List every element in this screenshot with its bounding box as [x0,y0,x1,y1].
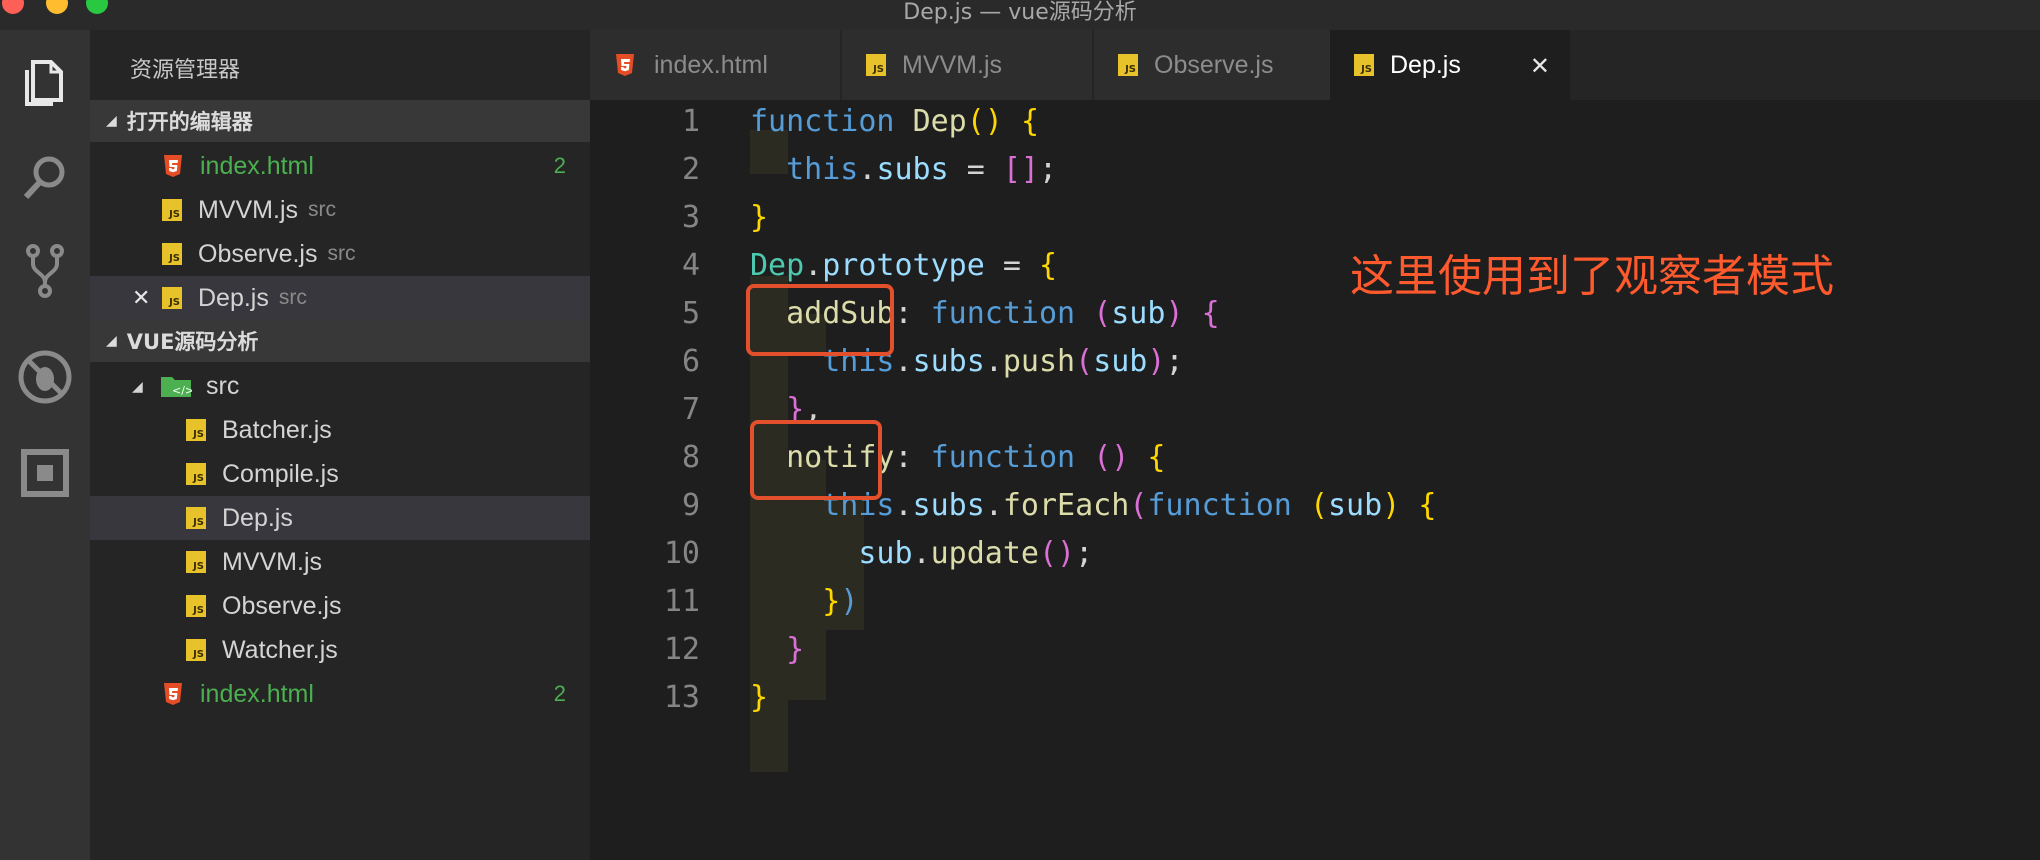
line-number: 13 [663,680,700,715]
close-tab-icon[interactable]: ✕ [1530,52,1550,81]
svg-text:</>: </> [172,384,192,397]
folder-expanded-icon: ◢ [132,377,143,394]
js-file-icon: JS [186,595,206,617]
tree-file-item[interactable]: JS Observe.js [90,584,590,628]
js-file-icon: JS [162,243,182,265]
js-file-icon: JS [866,54,886,76]
extensions-icon[interactable] [10,438,80,508]
line-number: 12 [663,632,700,667]
line-number: 5 [681,296,700,331]
tab-dep-js[interactable]: JS Dep.js ✕ [1330,30,1570,100]
file-dir: src [308,198,336,221]
sidebar-title: 资源管理器 [130,58,241,83]
line-number: 4 [681,248,700,283]
folder-item[interactable]: ◢ </> src [90,364,590,408]
project-label: VUE源码分析 [126,330,259,354]
tab-label: Dep.js [1390,50,1461,79]
close-editor-icon[interactable]: ✕ [132,285,162,311]
tab-label: index.html [654,50,768,79]
problem-count-badge: 2 [553,681,566,706]
window-title: Dep.js — vue源码分析 [903,0,1137,25]
highlight-box-addsub [746,284,894,356]
js-file-icon: JS [162,287,182,309]
open-editor-item[interactable]: JS Observe.js src [90,232,590,276]
file-name: index.html [200,679,314,708]
folder-name: src [206,371,240,400]
tree-file-item[interactable]: JS Watcher.js [90,628,590,672]
code-line: } [750,200,769,235]
file-name: Watcher.js [222,635,338,664]
tree-file-item-active[interactable]: JS Dep.js [90,496,590,540]
files-icon[interactable] [10,48,80,118]
file-name: Observe.js [198,239,318,268]
js-file-icon: JS [186,419,206,441]
line-number: 10 [663,536,700,571]
file-name: Compile.js [222,459,339,488]
code-editor[interactable]: 1 2 3 4 5 6 7 8 9 10 11 12 13 function D… [590,100,2040,860]
tab-label: MVVM.js [902,50,1002,79]
line-number: 2 [681,152,700,187]
open-editor-item-active[interactable]: ✕ JS Dep.js src [90,276,590,320]
code-line: } [750,680,769,715]
line-number: 1 [681,104,700,139]
js-file-icon: JS [162,199,182,221]
code-line: this.subs = []; [786,152,1058,187]
title-bar: Dep.js — vue源码分析 [0,0,2040,30]
project-header[interactable]: ◢ VUE源码分析 [90,320,590,362]
line-number: 6 [681,344,700,379]
collapse-triangle-icon: ◢ [106,333,117,349]
file-name: MVVM.js [222,547,322,576]
file-name: MVVM.js [198,195,298,224]
code-line: }) [822,584,859,619]
js-file-icon: JS [186,507,206,529]
file-name: index.html [200,151,314,180]
line-number: 11 [663,584,700,619]
js-file-icon: JS [1354,54,1374,76]
js-file-icon: JS [186,463,206,485]
explorer-sidebar: 资源管理器 ◢ 打开的编辑器 index.html 2 JS MVVM.js s… [90,30,590,860]
activity-bar [0,30,90,860]
annotation-text: 这里使用到了观察者模式 [1350,251,1834,302]
html5-icon [164,683,182,705]
problem-count-badge: 2 [553,153,566,178]
js-file-icon: JS [1118,54,1138,76]
tree-file-item[interactable]: JS Batcher.js [90,408,590,452]
editor-tab-bar: index.html JS MVVM.js JS Observe.js JS D… [590,30,2040,100]
debug-icon[interactable] [10,342,80,412]
highlight-box-notify [750,420,882,500]
line-number: 3 [681,200,700,235]
js-file-icon: JS [186,639,206,661]
line-number: 8 [681,440,700,475]
open-editors-header[interactable]: ◢ 打开的编辑器 [90,100,590,142]
tree-file-item[interactable]: JS Compile.js [90,452,590,496]
folder-code-icon: </> [161,377,192,397]
open-editor-item[interactable]: JS MVVM.js src [90,188,590,232]
html5-icon [164,155,182,177]
file-dir: src [278,286,307,309]
file-dir: src [327,242,356,265]
file-name: Batcher.js [222,415,332,444]
source-control-icon[interactable] [10,236,80,306]
tree-file-item[interactable]: index.html 2 [90,672,590,716]
tab-label: Observe.js [1154,50,1274,79]
file-name: Observe.js [222,591,342,620]
file-name: Dep.js [222,503,293,532]
js-file-icon: JS [186,551,206,573]
tree-file-item[interactable]: JS MVVM.js [90,540,590,584]
code-line: function Dep() { [750,104,1039,139]
html5-icon [616,54,634,76]
line-number: 9 [681,488,700,523]
collapse-triangle-icon: ◢ [106,113,117,129]
search-icon[interactable] [10,142,80,212]
code-line: Dep.prototype = { [750,248,1058,283]
tab-mvvm-js[interactable]: JS MVVM.js [842,30,1092,100]
tab-index-html[interactable]: index.html [590,30,840,100]
line-number: 7 [681,392,700,427]
code-line: sub.update(); [858,536,1094,571]
open-editors-label: 打开的编辑器 [126,110,253,134]
tab-observe-js[interactable]: JS Observe.js [1094,30,1344,100]
code-line: } [786,632,805,667]
file-name: Dep.js [198,283,269,312]
open-editor-item[interactable]: index.html 2 [90,144,590,188]
